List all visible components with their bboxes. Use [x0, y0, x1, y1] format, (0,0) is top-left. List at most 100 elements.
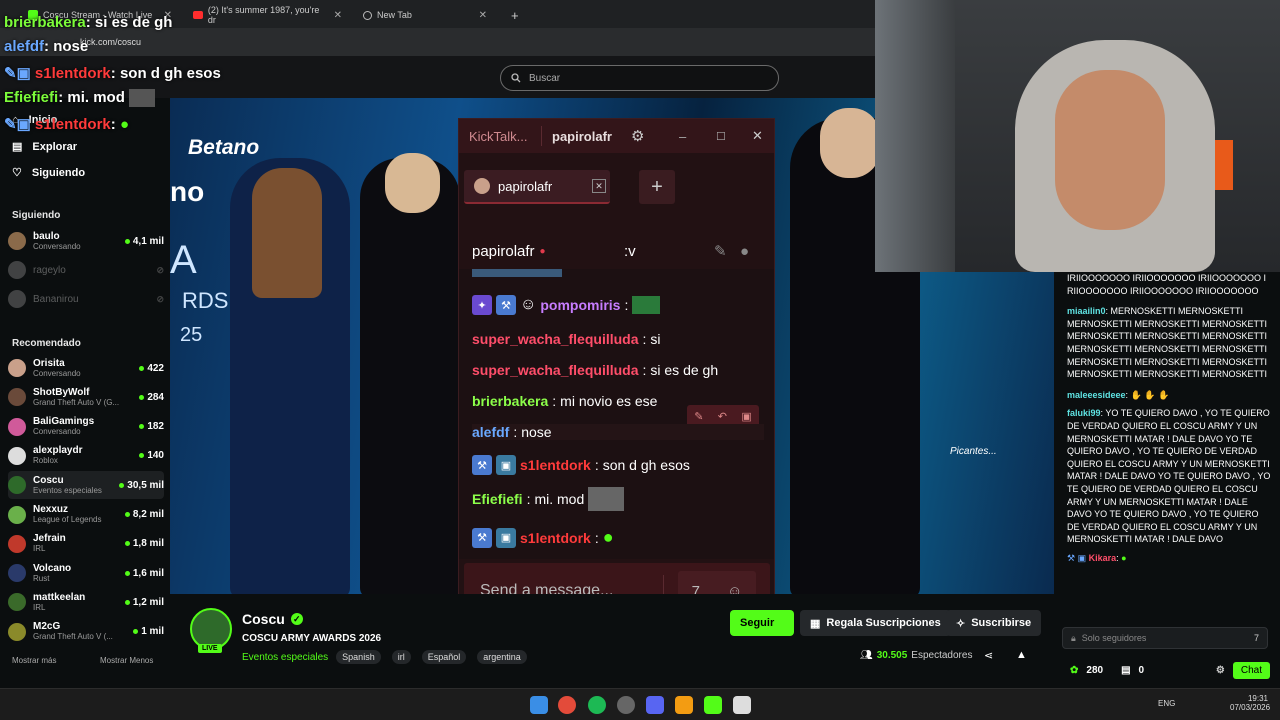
chat-text: MERNOSKETTI MERNOSKETTI MERNOSKETTI MERN… — [1067, 306, 1268, 380]
emote-image — [632, 296, 661, 314]
chat-username[interactable]: maleeesideee — [1067, 390, 1126, 400]
sidebar-channel-baligamings[interactable]: BaliGamings Conversando 182 — [8, 413, 164, 441]
chat-message: maleeesideee: ✋ ✋ ✋ — [1067, 389, 1170, 400]
address-bar[interactable]: kick.com/coscu — [0, 28, 875, 56]
close-tab-icon[interactable]: ✕ — [592, 179, 606, 193]
chat-username[interactable]: s1lentdork — [520, 457, 591, 473]
nav-explore[interactable]: ▤ Explorar — [12, 140, 77, 154]
chat-username[interactable]: super_wacha_flequilluda — [472, 331, 639, 347]
emote-icon: ☺ — [520, 296, 537, 313]
chat-username[interactable]: pompomiris — [540, 297, 620, 313]
og-badge-icon: ▣ — [496, 527, 516, 548]
app-icon[interactable] — [733, 696, 751, 714]
settings-gear-icon[interactable]: ⚙ — [631, 127, 644, 145]
sidebar-channel-alexplaydr[interactable]: alexplaydr Roblox 140 — [8, 442, 164, 470]
share-icon[interactable]: ⋖ — [984, 649, 993, 662]
viewer-count: 1,6 mil — [124, 568, 164, 579]
report-icon[interactable]: ▲ — [1016, 649, 1027, 661]
tag-pill[interactable]: Spanish — [336, 650, 381, 664]
mod-badge-icon: ⚒ — [472, 527, 492, 548]
chat-username[interactable]: brierbakera — [472, 393, 548, 409]
chat-username[interactable]: alefdf — [472, 424, 509, 440]
windows-start-icon[interactable] — [530, 696, 548, 714]
add-channel-button[interactable]: + — [639, 170, 675, 204]
sidebar-channel-orisita[interactable]: Orisita Conversando 422 — [8, 354, 164, 382]
7tv-icon[interactable]: 7 — [1254, 633, 1259, 643]
channel-name: Orisita — [33, 357, 65, 369]
language-indicator[interactable]: ENG — [1158, 699, 1175, 708]
tag-pill[interactable]: argentina — [477, 650, 527, 664]
avatar — [8, 359, 26, 377]
overlay-text: si es de gh — [94, 14, 173, 31]
overlay-username: Efiefiefi — [4, 89, 59, 106]
follow-button[interactable]: Seguir — [730, 610, 794, 636]
spotify-icon[interactable] — [588, 696, 606, 714]
kick-app-icon[interactable] — [704, 696, 722, 714]
search-icon — [511, 73, 521, 83]
close-tab-icon[interactable]: ✕ — [334, 10, 342, 21]
new-tab-button[interactable]: + — [503, 4, 527, 26]
sidebar-channel-volcano[interactable]: Volcano Rust 1,6 mil — [8, 559, 164, 587]
sidebar-channel-jefrain[interactable]: Jefrain IRL 1,8 mil — [8, 530, 164, 558]
viewers-label: Espectadores — [911, 650, 973, 661]
info-channel-name: papirolafr — [472, 242, 535, 260]
delete-icon[interactable]: ▣ — [741, 410, 751, 423]
maximize-icon[interactable]: ☐ — [716, 130, 726, 143]
sidebar-channel-shotbywolf[interactable]: ShotByWolf Grand Theft Auto V (G... 284 — [8, 383, 164, 411]
kicktalk-message-list[interactable]: ✦ ⚒ ☺ pompomiris: super_wacha_flequilluda: … — [459, 269, 774, 559]
close-tab-icon[interactable]: ✕ — [479, 10, 487, 21]
sidebar-channel-baulo[interactable]: baulo Conversando 4,1 mil — [8, 227, 164, 255]
chat-input[interactable]: 🔒︎ Solo seguidores 7 — [1062, 627, 1268, 649]
sidebar-channel-nexxuz[interactable]: Nexxuz League of Legends 8,2 mil — [8, 501, 164, 529]
sidebar-channel-m2cg[interactable]: M2cG Grand Theft Auto V (... 1 mil — [8, 618, 164, 646]
nav-following[interactable]: ♡ Siguiendo — [12, 166, 85, 180]
pin-icon[interactable]: ✎ — [714, 242, 727, 260]
info-text: :v — [624, 242, 636, 260]
emote-image — [472, 269, 562, 277]
category-link[interactable]: Eventos especiales — [242, 652, 328, 663]
streamer-name[interactable]: Coscu — [242, 611, 285, 627]
chat-username[interactable]: miaailin0 — [1067, 306, 1106, 316]
show-more-link[interactable]: Mostrar más — [12, 656, 56, 665]
app-icon[interactable] — [675, 696, 693, 714]
sidebar-channel-coscu[interactable]: Coscu Eventos especiales 30,5 mil — [8, 471, 164, 500]
avatar — [8, 564, 26, 583]
chat-username[interactable]: s1lentdork — [520, 530, 591, 546]
discord-icon[interactable] — [646, 696, 664, 714]
chat-username[interactable]: Efiefiefi — [472, 491, 523, 507]
chat-settings-gear-icon[interactable]: ⚙ — [1216, 665, 1225, 676]
chat-footer: ✿ 280 ▤ 0 ⚙ Chat — [1070, 660, 1270, 680]
show-less-link[interactable]: Mostrar Menos — [100, 656, 153, 665]
chat-username[interactable]: super_wacha_flequilluda — [472, 362, 639, 378]
browser-tab-newtab[interactable]: New Tab ✕ — [355, 4, 495, 26]
viewer-count: 8,2 mil — [124, 509, 164, 520]
chat-send-button[interactable]: Chat — [1232, 661, 1270, 679]
clock[interactable]: 19:31 07/03/2026 — [1230, 694, 1270, 712]
chrome-favicon-icon — [363, 10, 372, 20]
minimize-icon[interactable]: – — [679, 129, 686, 144]
chat-text: si — [650, 331, 661, 347]
search-input[interactable]: Buscar — [500, 65, 779, 91]
avatar — [8, 593, 26, 612]
gift-subs-button[interactable]: ▦ Regala Suscripciones — [800, 610, 951, 636]
browser-tab-youtube[interactable]: (2) It's summer 1987, you're dr ✕ — [185, 4, 350, 26]
sidebar-channel-bananirou[interactable]: Bananirou ⊘ — [8, 285, 164, 313]
chat-username[interactable]: faluki99 — [1067, 408, 1101, 418]
chat-username[interactable]: Kikara — [1089, 553, 1117, 563]
close-window-icon[interactable]: ✕ — [752, 128, 763, 144]
video-sign-text: Picantes... — [950, 446, 997, 457]
sidebar-channel-mattkeelan[interactable]: mattkeelan IRL 1,2 mil — [8, 588, 164, 616]
obs-icon[interactable] — [617, 696, 635, 714]
tag-pill[interactable]: irl — [391, 650, 411, 664]
pin-icon[interactable]: ✎ — [694, 410, 703, 423]
sidebar-channel-rageylo[interactable]: rageylo ⊘ — [8, 256, 164, 284]
tag-pill[interactable]: Español — [421, 650, 467, 664]
chrome-icon[interactable] — [558, 696, 576, 714]
reply-icon[interactable]: ↶ — [718, 410, 727, 423]
subscribe-button[interactable]: ✧ Suscribirse — [946, 610, 1042, 636]
kicktalk-channel-tab[interactable]: papirolafr ✕ — [464, 170, 610, 204]
chat-message: miaailin0: MERNOSKETTI MERNOSKETTI MERNO… — [1067, 306, 1268, 380]
live-dot-icon — [124, 541, 130, 547]
user-icon[interactable]: ● — [740, 243, 749, 260]
live-dot-icon — [119, 482, 125, 488]
